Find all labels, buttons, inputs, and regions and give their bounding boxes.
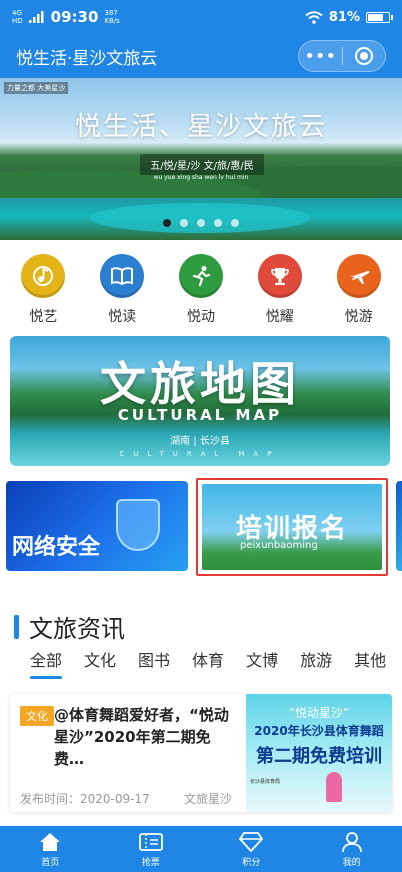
network-type: 4G <box>12 9 22 17</box>
tab-other[interactable]: 其他 <box>354 647 386 679</box>
category-yueyao[interactable]: 悦耀 <box>250 254 310 326</box>
tabbar-mine[interactable]: 我的 <box>302 826 402 872</box>
promo-card-partial[interactable] <box>396 481 402 571</box>
category-label: 悦动 <box>186 309 215 325</box>
more-dots-icon: ••• <box>304 45 337 67</box>
tab-books[interactable]: 图书 <box>138 647 170 679</box>
category-label: 悦艺 <box>29 309 58 325</box>
carousel-dot[interactable] <box>163 219 171 227</box>
news-category-tag: 文化 <box>20 706 54 726</box>
network-speed: 387 KB/s <box>104 9 119 25</box>
category-label: 悦读 <box>108 309 137 325</box>
news-section-title: 文旅资讯 <box>29 615 125 643</box>
category-yueyi[interactable]: 悦艺 <box>13 254 73 326</box>
news-thumbnail: “悦动星沙” 2020年长沙县体育舞蹈 第二期免费培训 长沙县体育局 <box>246 694 392 812</box>
cultural-map-card[interactable]: 文旅地图 CULTURAL MAP 湖南 | 长沙县 CULTURAL MAP <box>10 336 390 466</box>
banner-pinyin: wu yue xing sha wen lv hui min <box>153 174 249 181</box>
carousel-dot[interactable] <box>180 219 188 227</box>
user-icon <box>341 831 363 853</box>
news-headline: @体育舞蹈爱好者，“悦动星沙”2020年第二期免费… <box>54 704 240 770</box>
hero-banner[interactable]: 力量之都 大美星沙 悦生活、星沙文旅云 五/悦/星/沙 文/旅/惠/民 wu y… <box>0 78 402 240</box>
network-sub: HD <box>12 17 23 25</box>
category-nav: 悦艺 悦读 悦动 悦耀 悦游 <box>0 254 402 326</box>
map-card-location: 湖南 | 长沙县 <box>170 436 230 447</box>
banner-lake <box>90 203 310 233</box>
book-icon <box>100 254 145 298</box>
speed-value: 387 <box>104 9 118 17</box>
news-item[interactable]: 文化 @体育舞蹈爱好者，“悦动星沙”2020年第二期免费… 发布时间：2020-… <box>10 694 392 812</box>
wifi-icon <box>305 10 323 24</box>
music-note-icon <box>21 254 66 298</box>
tab-all[interactable]: 全部 <box>30 647 63 679</box>
carousel-dot[interactable] <box>197 219 205 227</box>
category-yuedong[interactable]: 悦动 <box>171 254 231 326</box>
map-card-title: 文旅地图 <box>100 357 300 411</box>
tabbar-label: 积分 <box>242 857 261 868</box>
carousel-dot[interactable] <box>231 219 239 227</box>
thumb-line1: “悦动星沙” <box>288 706 350 720</box>
tabbar-tickets[interactable]: 抢票 <box>101 826 202 872</box>
battery-percent: 81% <box>328 9 360 25</box>
thumb-line2: 2020年长沙县体育舞蹈 <box>254 724 384 738</box>
news-headline-text: @体育舞蹈爱好者，“悦动星沙”2020年第二期免费… <box>54 706 229 768</box>
airplane-icon <box>336 254 381 298</box>
close-ring-icon <box>354 47 373 65</box>
battery-icon <box>366 11 393 23</box>
news-date: 发布时间：2020-09-17 <box>20 792 150 806</box>
carousel-dots <box>0 219 402 227</box>
title-bar: 悦生活·星沙文旅云 ••• <box>0 34 402 78</box>
map-card-subtitle: CULTURAL MAP <box>117 406 283 424</box>
carousel-dot[interactable] <box>214 219 222 227</box>
signal-icon <box>28 11 44 23</box>
tabbar-label: 抢票 <box>141 857 160 868</box>
ticket-icon <box>138 831 163 853</box>
promo-row: 网络安全 培训报名 peixunbaoming <box>0 478 402 576</box>
tabbar-label: 我的 <box>342 857 361 868</box>
trophy-icon <box>257 254 302 298</box>
page-title: 悦生活·星沙文旅云 <box>16 48 158 69</box>
more-button[interactable]: ••• <box>299 46 342 67</box>
bottom-tab-bar: 首页 抢票 积分 我的 <box>0 826 402 872</box>
tab-sports[interactable]: 体育 <box>192 647 224 679</box>
training-signup-card[interactable]: 培训报名 peixunbaoming <box>196 478 388 576</box>
news-section-header: 文旅资讯 <box>14 609 125 644</box>
news-tabs: 全部 文化 图书 体育 文博 旅游 其他 <box>30 647 386 679</box>
running-icon <box>178 254 223 298</box>
tabbar-home[interactable]: 首页 <box>0 826 101 872</box>
banner-subtitle: 五/悦/星/沙 文/旅/惠/民 <box>140 154 264 175</box>
speed-unit: KB/s <box>104 17 120 25</box>
diamond-icon <box>239 831 264 853</box>
category-yueyou[interactable]: 悦游 <box>329 254 389 326</box>
thumb-line3: 第二期免费培训 <box>256 746 382 767</box>
section-accent-bar <box>14 614 19 639</box>
status-bar: 4G HD 09:30 387 KB/s 81% <box>0 0 402 34</box>
close-button[interactable] <box>343 47 386 65</box>
tabbar-points[interactable]: 积分 <box>201 826 302 872</box>
news-source: 文旅星沙 <box>184 792 233 806</box>
tab-museum[interactable]: 文博 <box>246 647 278 679</box>
thumb-org: 长沙县体育局 <box>250 779 281 785</box>
security-card-label: 网络安全 <box>12 535 101 560</box>
tab-culture[interactable]: 文化 <box>84 647 116 679</box>
dancer-figure <box>326 772 342 802</box>
network-security-card[interactable]: 网络安全 <box>6 481 188 571</box>
banner-title: 悦生活、星沙文旅云 <box>74 112 327 142</box>
category-label: 悦游 <box>344 309 373 325</box>
training-card-image: 培训报名 peixunbaoming <box>202 484 382 570</box>
shield-icon <box>116 499 160 551</box>
miniprogram-capsule: ••• <box>298 40 386 72</box>
map-card-footer: CULTURAL MAP <box>119 450 281 458</box>
tab-travel[interactable]: 旅游 <box>300 647 332 679</box>
category-label: 悦耀 <box>265 309 294 325</box>
home-icon <box>39 831 61 853</box>
tabbar-label: 首页 <box>41 857 60 868</box>
clock: 09:30 <box>50 8 99 26</box>
category-yuedu[interactable]: 悦读 <box>92 254 152 326</box>
banner-tagline: 力量之都 大美星沙 <box>4 82 69 94</box>
network-indicator: 4G HD <box>12 9 23 25</box>
training-card-pinyin: peixunbaoming <box>240 540 318 551</box>
